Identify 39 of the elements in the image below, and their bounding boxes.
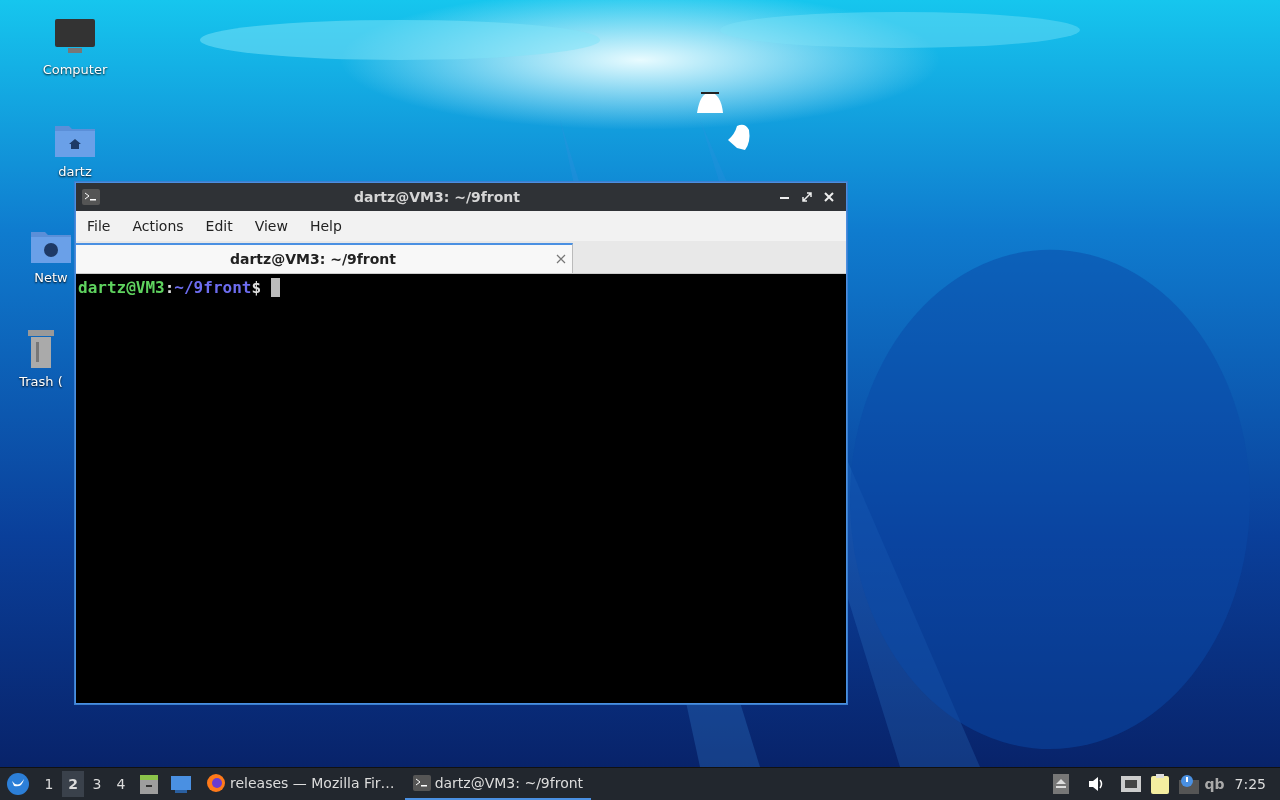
workspace-button[interactable]: 4 bbox=[110, 771, 132, 797]
notification-icon[interactable] bbox=[1178, 774, 1199, 794]
workspace-button[interactable]: 2 bbox=[62, 771, 84, 797]
network-icon[interactable] bbox=[1120, 776, 1141, 792]
workspace-button[interactable]: 3 bbox=[86, 771, 108, 797]
menu-item[interactable]: View bbox=[247, 214, 295, 238]
eject-icon[interactable] bbox=[1052, 774, 1069, 794]
browser-icon bbox=[206, 773, 226, 793]
taskbar-task[interactable]: dartz@VM3: ~/9front bbox=[404, 768, 592, 800]
prompt-text: dartz@VM3:~/9front$ bbox=[78, 278, 262, 297]
menu-item[interactable]: File bbox=[80, 214, 118, 238]
window-title: dartz@VM3: ~/9front bbox=[352, 189, 522, 205]
terminal-icon bbox=[82, 189, 100, 205]
terminal-tab[interactable]: dartz@VM3: ~/9front bbox=[76, 243, 573, 273]
menu-item[interactable]: Edit bbox=[198, 214, 240, 238]
desktop-icon-label[interactable]: Trash ( bbox=[19, 374, 63, 389]
clock[interactable]: 7:25 bbox=[1234, 776, 1266, 792]
file-cabinet-icon[interactable] bbox=[138, 773, 160, 795]
menu-item[interactable]: Help bbox=[302, 214, 349, 238]
desktop-icon-label[interactable]: dartz bbox=[58, 164, 92, 179]
workspace-button[interactable]: 1 bbox=[38, 771, 60, 797]
text-cursor bbox=[271, 278, 281, 297]
close-icon bbox=[824, 192, 834, 202]
monitor-icon bbox=[54, 18, 96, 56]
close-icon bbox=[556, 254, 566, 264]
tray-label[interactable]: qb bbox=[1204, 776, 1225, 792]
menu-item[interactable]: Actions bbox=[125, 214, 191, 238]
volume-icon[interactable] bbox=[1086, 775, 1105, 793]
tab-label: dartz@VM3: ~/9front bbox=[228, 251, 398, 267]
taskbar-task[interactable]: releases — Mozilla Fir… bbox=[198, 768, 403, 800]
trash-icon bbox=[28, 330, 54, 368]
menu-logo-icon[interactable] bbox=[6, 772, 30, 796]
desktop-icon-label[interactable]: Netw bbox=[34, 270, 68, 285]
terminal-icon bbox=[412, 775, 431, 791]
ghost-icon bbox=[696, 89, 724, 115]
maximize-icon bbox=[802, 192, 812, 202]
ghost-icon bbox=[727, 122, 751, 152]
clipboard-icon[interactable] bbox=[1150, 774, 1169, 794]
desktop-icon[interactable] bbox=[170, 774, 192, 794]
